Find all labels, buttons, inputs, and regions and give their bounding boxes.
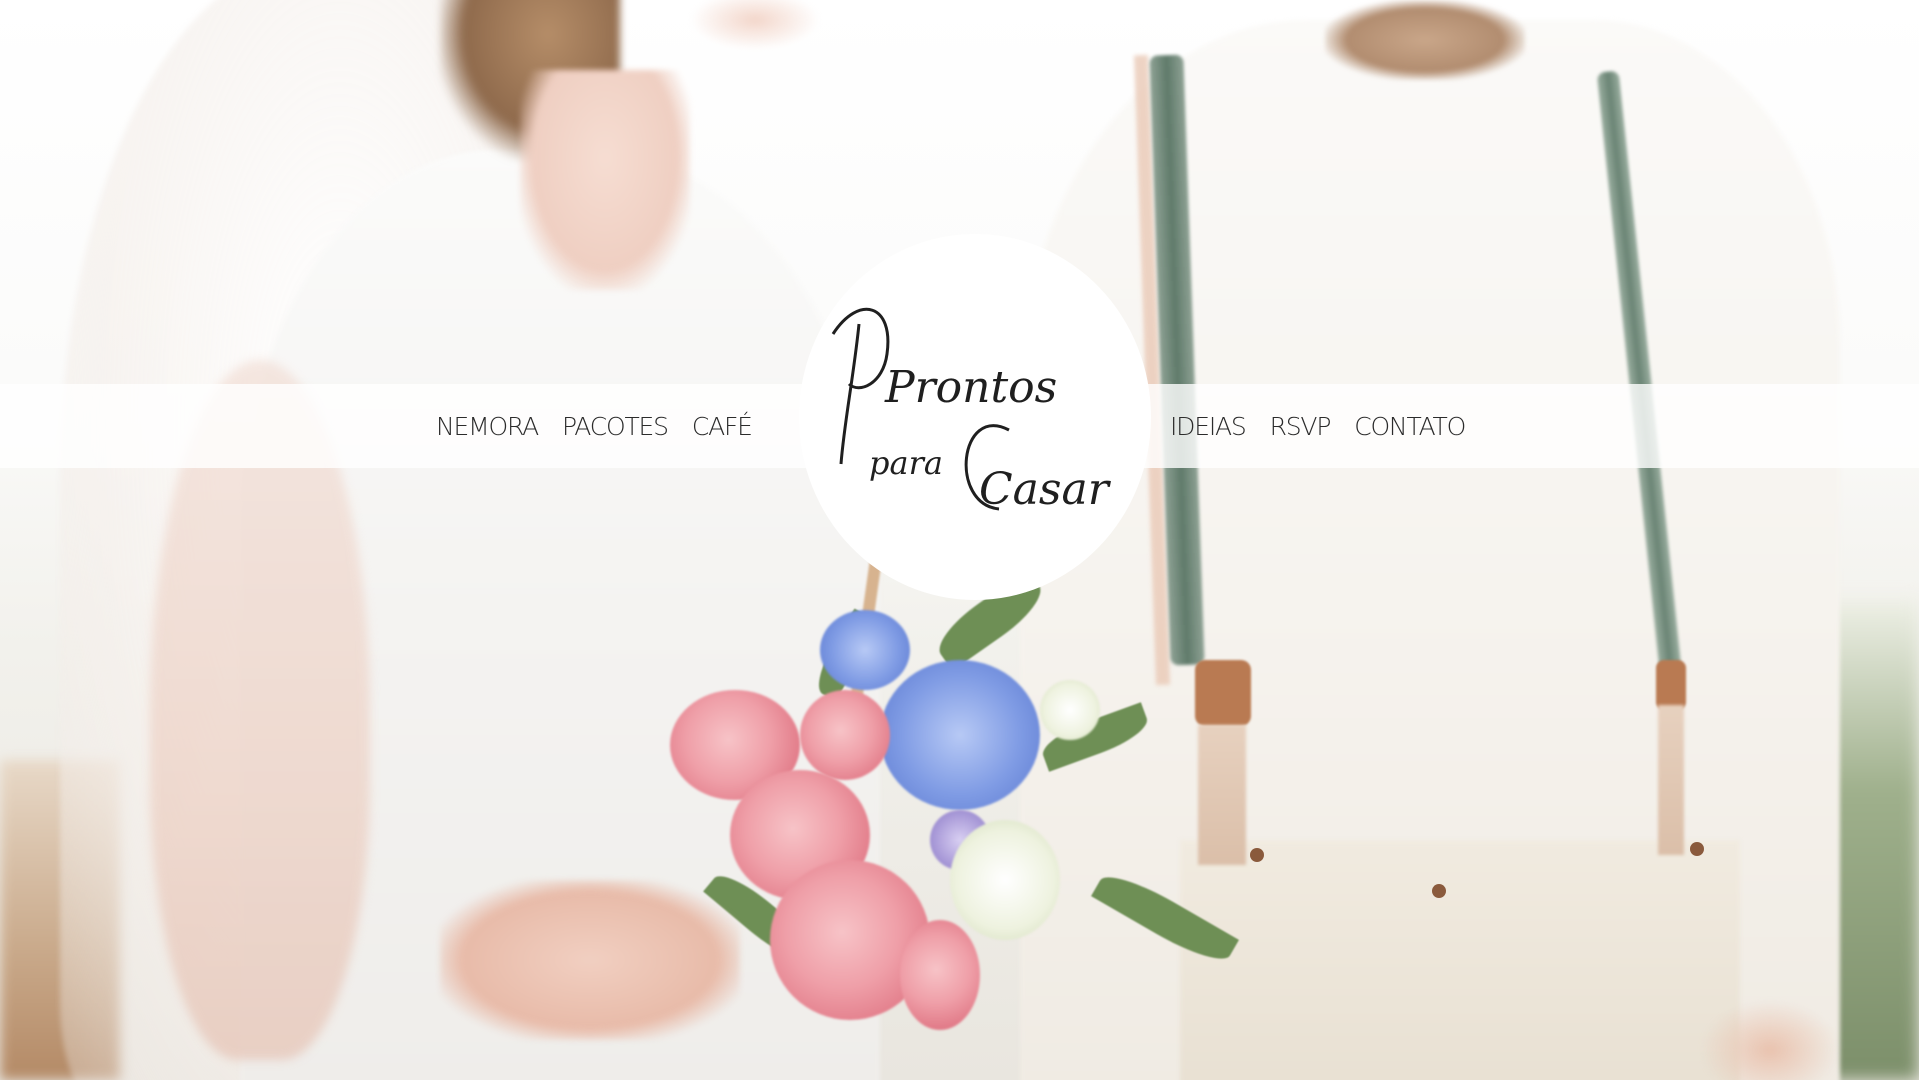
- nav-link-contato[interactable]: CONTATO: [1354, 412, 1466, 441]
- logo-flourish: [831, 307, 890, 390]
- nav-link-cafe[interactable]: CAFÉ: [692, 412, 753, 441]
- bride-hand: [440, 880, 740, 1040]
- bouquet-white-flower: [1040, 680, 1100, 740]
- nav-link-ideias[interactable]: IDEIAS: [1170, 412, 1247, 441]
- groom-bowtie: [1325, 0, 1525, 80]
- suspender-tab-right: [1656, 660, 1686, 710]
- nav-link-pacotes[interactable]: PACOTES: [562, 412, 669, 441]
- bouquet-hydrangea: [880, 660, 1040, 810]
- logo-line3: Casar: [979, 464, 1112, 515]
- bride-chin: [690, 0, 820, 50]
- trouser-button: [1250, 848, 1264, 862]
- groom-hand: [1700, 1000, 1840, 1080]
- nav-link-rsvp[interactable]: RSVP: [1270, 412, 1332, 441]
- bouquet-hydrangea: [820, 610, 910, 690]
- nav-right: IDEIAS RSVP CONTATO: [1170, 384, 1466, 468]
- logo-wordmark: Prontos para Casar: [831, 307, 1112, 515]
- nav-left: NEMORA PACOTES CAFÉ: [436, 384, 753, 468]
- logo-line1: Prontos: [884, 362, 1057, 413]
- bouquet-white-flower: [950, 820, 1060, 940]
- suspender-tab-left: [1195, 660, 1251, 726]
- bride-neck: [520, 70, 690, 290]
- bouquet-rose: [900, 920, 980, 1030]
- site-logo[interactable]: Prontos para Casar: [799, 234, 1151, 600]
- trouser-button: [1432, 884, 1446, 898]
- bouquet-rose: [800, 690, 890, 780]
- groom-trousers: [1180, 840, 1740, 1080]
- logo-line2: para: [869, 444, 943, 482]
- suspender-tail-right: [1658, 705, 1684, 855]
- trouser-button: [1690, 842, 1704, 856]
- nav-link-nemora[interactable]: NEMORA: [436, 412, 539, 441]
- logo-flourish: [839, 323, 861, 465]
- suspender-tail-left: [1198, 725, 1246, 865]
